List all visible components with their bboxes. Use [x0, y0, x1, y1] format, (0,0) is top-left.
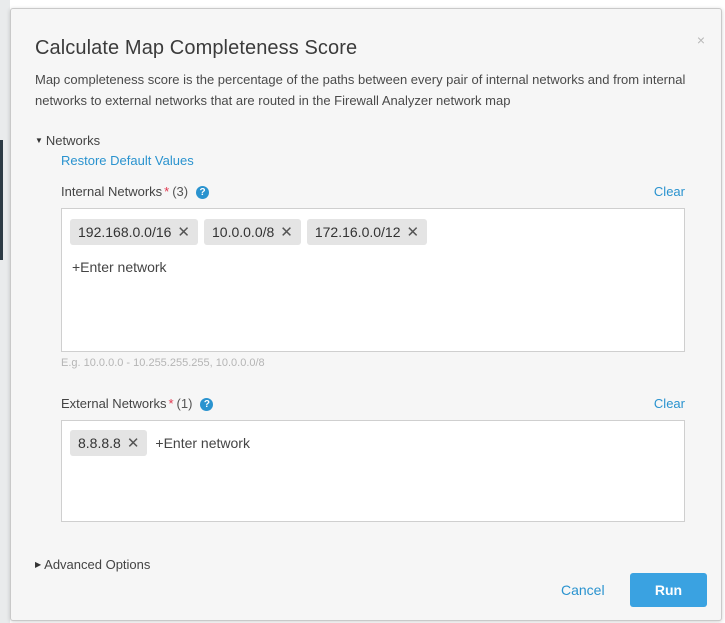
internal-networks-hint: E.g. 10.0.0.0 - 10.255.255.255, 10.0.0.0…: [61, 357, 265, 369]
network-tag-label: 172.16.0.0/12: [314, 224, 401, 240]
required-mark: *: [168, 396, 174, 411]
cancel-button[interactable]: Cancel: [561, 582, 605, 598]
internal-networks-count: (3): [172, 184, 189, 199]
internal-networks-label: Internal Networks * (3)?: [61, 184, 210, 199]
run-button[interactable]: Run: [630, 573, 707, 607]
external-networks-label-text: External Networks: [61, 396, 167, 411]
external-networks-input[interactable]: 8.8.8.8 ✕ +Enter network: [61, 420, 685, 522]
network-tag: 192.168.0.0/16 ✕: [70, 219, 198, 245]
caret-right-icon: ▶: [35, 560, 42, 569]
network-tag: 10.0.0.0/8 ✕: [204, 219, 301, 245]
map-completeness-dialog: × Calculate Map Completeness Score Map c…: [10, 8, 722, 621]
network-tag-label: 192.168.0.0/16: [78, 224, 172, 240]
advanced-options-toggle[interactable]: ▶ Advanced Options: [35, 557, 150, 572]
external-networks-count: (1): [176, 396, 193, 411]
internal-networks-input[interactable]: 192.168.0.0/16 ✕ 10.0.0.0/8 ✕ 172.16.0.0/12 ✕…: [61, 208, 685, 352]
required-mark: *: [164, 184, 170, 199]
internal-networks-label-text: Internal Networks: [61, 184, 163, 199]
remove-tag-icon[interactable]: ✕: [127, 435, 140, 452]
remove-tag-icon[interactable]: ✕: [407, 224, 420, 241]
close-icon[interactable]: ×: [697, 33, 705, 47]
network-tag: 172.16.0.0/12 ✕: [306, 219, 428, 245]
network-tag: 8.8.8.8 ✕: [70, 430, 148, 456]
internal-network-entry[interactable]: +Enter network: [72, 259, 167, 275]
help-icon[interactable]: ?: [200, 398, 214, 411]
dialog-description: Map completeness score is the percentage…: [35, 72, 686, 108]
remove-tag-icon[interactable]: ✕: [177, 224, 190, 241]
internal-networks-clear-link[interactable]: Clear: [654, 184, 685, 199]
background-app-sidebar: [0, 140, 3, 260]
network-tag-label: 8.8.8.8: [78, 435, 121, 451]
background-app-edge: [0, 0, 10, 623]
external-network-entry[interactable]: +Enter network: [155, 435, 250, 451]
networks-section-label: Networks: [45, 133, 101, 148]
network-tag-label: 10.0.0.0/8: [212, 224, 275, 240]
external-networks-clear-link[interactable]: Clear: [654, 396, 685, 411]
restore-default-values-link[interactable]: Restore Default Values: [61, 153, 194, 168]
dialog-title: Calculate Map Completeness Score: [35, 37, 358, 59]
networks-section-toggle[interactable]: ▼ Networks: [35, 133, 100, 148]
help-icon[interactable]: ?: [196, 186, 210, 199]
caret-down-icon: ▼: [35, 136, 43, 145]
remove-tag-icon[interactable]: ✕: [280, 224, 293, 241]
advanced-options-label: Advanced Options: [44, 557, 151, 572]
external-networks-label: External Networks * (1)?: [61, 396, 214, 411]
